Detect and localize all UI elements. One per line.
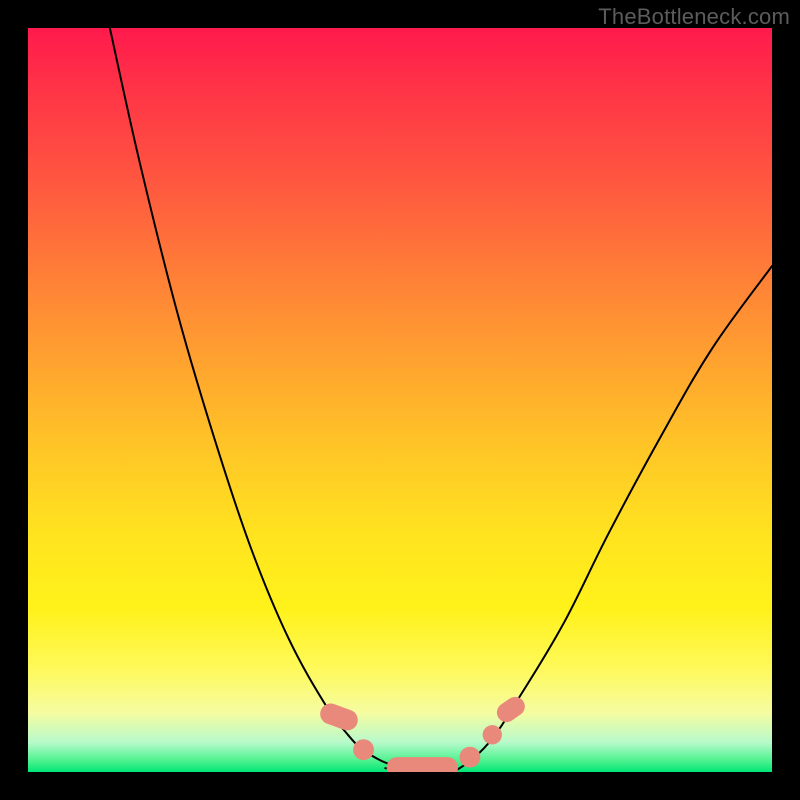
bottleneck-curve — [110, 28, 772, 771]
chart-svg — [28, 28, 772, 772]
chart-frame: TheBottleneck.com — [0, 0, 800, 800]
watermark-text: TheBottleneck.com — [598, 4, 790, 30]
chart-plot-area — [28, 28, 772, 772]
chart-marker-pill — [387, 757, 458, 772]
chart-marker-dot — [353, 739, 374, 760]
chart-marker-dot — [460, 747, 481, 768]
marker-layer — [317, 693, 528, 772]
chart-marker-dot — [483, 725, 502, 744]
chart-marker-pill — [317, 701, 360, 734]
chart-marker-pill — [493, 693, 528, 726]
curve-layer — [110, 28, 772, 771]
